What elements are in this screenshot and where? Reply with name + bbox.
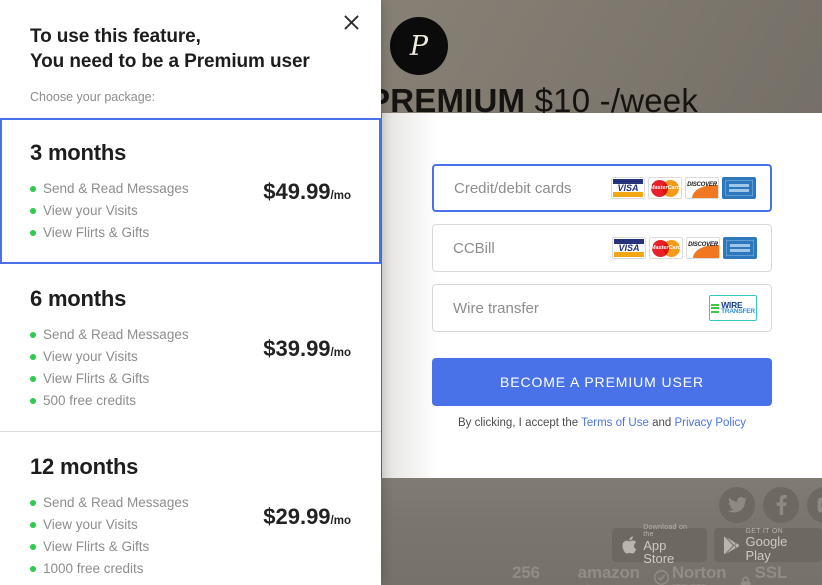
facebook-icon[interactable] xyxy=(763,487,799,523)
instagram-icon[interactable] xyxy=(807,487,822,523)
plan-feature: 1000 free credits xyxy=(30,558,253,580)
plan-card-12-months[interactable]: 12 months Send & Read Messages View your… xyxy=(0,431,381,585)
lock-icon xyxy=(741,576,751,585)
terms-and: and xyxy=(648,417,675,429)
plan-feature: View Flirts & Gifts xyxy=(30,536,253,558)
plan-feature: View Flirts & Gifts xyxy=(30,222,253,244)
payment-option-label: Wire transfer xyxy=(453,299,539,317)
google-play-big: Google Play xyxy=(745,534,788,563)
privacy-policy-link[interactable]: Privacy Policy xyxy=(674,417,746,429)
terms-of-use-link[interactable]: Terms of Use xyxy=(581,417,649,429)
plan-feature: View Flirts & Gifts xyxy=(30,368,253,390)
payment-option-label: Credit/debit cards xyxy=(454,179,572,197)
plan-feature: 500 free credits xyxy=(30,390,253,412)
modal-title-line2: You need to be a Premium user xyxy=(30,51,310,73)
plan-price: $49.99/mo xyxy=(253,179,351,205)
screen: P PREMIUM $10 -/week Download on the App… xyxy=(0,0,822,585)
payment-option-credit-cards[interactable]: Credit/debit cards VISA MasterCard DISCO… xyxy=(432,164,772,212)
terms-prefix: By clicking, I accept the xyxy=(457,417,582,429)
plan-card-3-months[interactable]: 3 months Send & Read Messages View your … xyxy=(0,117,381,264)
plan-feature: Send & Read Messages xyxy=(30,178,253,200)
trust-badge-ssl: SSL Trust xyxy=(740,563,822,585)
app-store-badges: Download on the App Store GET IT ON Goog… xyxy=(612,524,822,566)
wire-transfer-icon: WIRE TRANSFER xyxy=(709,295,757,321)
trust-badge-amazon: amazon web services xyxy=(578,563,640,585)
plan-price-period: /mo xyxy=(330,346,351,359)
plan-name: 12 months xyxy=(30,453,139,479)
visa-icon: VISA xyxy=(611,177,645,199)
app-store-badge[interactable]: Download on the App Store xyxy=(612,524,708,566)
plan-feature: Send & Read Messages xyxy=(30,492,253,514)
plan-price-amount: $49.99 xyxy=(263,178,331,204)
plan-price-period: /mo xyxy=(330,514,351,527)
plan-feature: Send & Read Messages xyxy=(30,324,253,346)
plan-price: $29.99/mo xyxy=(253,504,351,530)
pricing-modal: To use this feature, You need to be a Pr… xyxy=(0,0,381,585)
modal-subtitle: Choose your package: xyxy=(30,89,156,104)
modal-header: To use this feature, You need to be a Pr… xyxy=(0,0,381,104)
app-store-small: Download on the xyxy=(643,524,688,539)
close-icon[interactable] xyxy=(337,8,365,36)
plan-price-amount: $29.99 xyxy=(263,503,331,529)
payment-options: Credit/debit cards VISA MasterCard DISCO… xyxy=(432,164,772,429)
social-links xyxy=(719,487,822,523)
card-logos: VISA MasterCard DISCOVER xyxy=(611,177,756,199)
site-logo[interactable]: P xyxy=(390,17,448,75)
visa-icon: VISA xyxy=(612,237,646,259)
modal-title-line1: To use this feature, xyxy=(30,26,201,47)
trust-encryption-line1: 256 BIT xyxy=(512,563,540,585)
mastercard-icon: MasterCard xyxy=(649,237,683,259)
plan-price-period: /mo xyxy=(330,189,351,202)
mastercard-icon: MasterCard xyxy=(648,177,682,199)
plan-card-6-months[interactable]: 6 months Send & Read Messages View your … xyxy=(0,263,381,432)
wire-word-2: TRANSFER xyxy=(721,308,755,315)
trust-norton-line1: Norton xyxy=(671,563,727,582)
plan-feature: View your Visits xyxy=(30,200,253,222)
plan-features: Send & Read Messages View your Visits Vi… xyxy=(30,178,253,244)
google-play-badge[interactable]: GET IT ON Google Play xyxy=(714,528,822,562)
plan-price: $39.99/mo xyxy=(253,336,351,362)
become-premium-user-button[interactable]: BECOME A PREMIUM USER xyxy=(432,358,772,406)
site-logo-letter: P xyxy=(409,30,429,62)
trust-amazon-line1: amazon xyxy=(577,563,640,582)
modal-title: To use this feature, You need to be a Pr… xyxy=(30,24,351,75)
trust-badge-encryption: 256 BIT ENCRYPTION xyxy=(512,563,564,585)
trust-badges: 256 BIT ENCRYPTION amazon web services N… xyxy=(512,563,822,585)
amex-icon xyxy=(722,177,756,199)
card-logos: VISA MasterCard DISCOVER xyxy=(612,237,757,259)
plan-price-amount: $39.99 xyxy=(263,335,331,361)
plan-list: 3 months Send & Read Messages View your … xyxy=(0,117,381,585)
discover-icon: DISCOVER xyxy=(686,237,720,259)
discover-icon: DISCOVER xyxy=(685,177,719,199)
payment-option-wire-transfer[interactable]: Wire transfer WIRE TRANSFER xyxy=(432,284,772,332)
trust-badge-norton: Norton SECURED xyxy=(653,563,727,585)
plan-feature: View your Visits xyxy=(30,514,253,536)
amex-icon xyxy=(723,237,757,259)
plan-features: Send & Read Messages View your Visits Vi… xyxy=(30,324,253,412)
norton-check-icon xyxy=(653,569,669,585)
app-store-big: App Store xyxy=(643,537,675,567)
payment-option-label: CCBill xyxy=(453,239,495,257)
trust-ssl-line1: SSL Trust xyxy=(754,563,796,585)
plan-features: Send & Read Messages View your Visits Vi… xyxy=(30,492,253,580)
payment-panel: Credit/debit cards VISA MasterCard DISCO… xyxy=(382,113,822,478)
plan-name: 6 months xyxy=(30,285,127,311)
terms-text: By clicking, I accept the Terms of Use a… xyxy=(432,417,772,429)
twitter-icon[interactable] xyxy=(719,487,755,523)
plan-feature: View your Visits xyxy=(30,346,253,368)
plan-name: 3 months xyxy=(30,139,127,165)
wire-bars xyxy=(711,303,720,313)
payment-option-ccbill[interactable]: CCBill VISA MasterCard DISCOVER xyxy=(432,224,772,272)
